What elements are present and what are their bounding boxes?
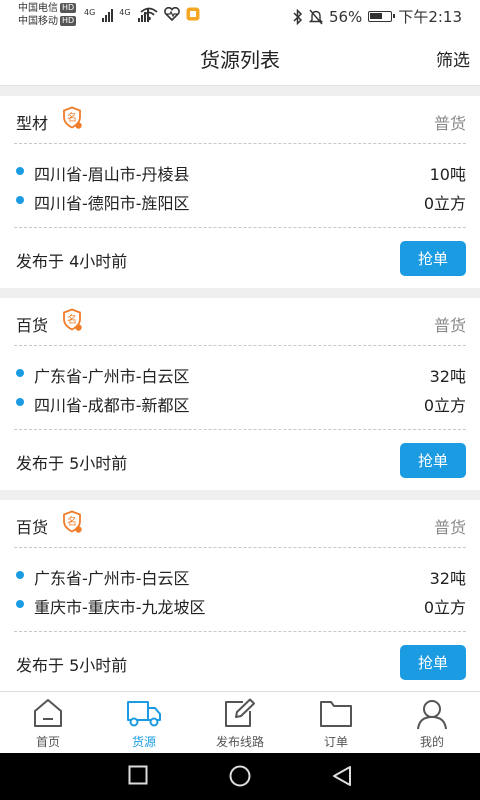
wifi-icon (140, 7, 158, 21)
signal-bars-icon-1 (102, 8, 114, 22)
battery-percent: 56% (328, 7, 363, 26)
grab-order-button[interactable]: 抢单 (400, 645, 466, 680)
badge-text: 名 (67, 313, 77, 326)
route-amount: 32吨 (429, 367, 466, 386)
certified-shield-icon: 名 (63, 106, 82, 129)
back-triangle-icon[interactable] (332, 765, 352, 787)
grab-order-button[interactable]: 抢单 (400, 443, 466, 478)
badge-text: 名 (67, 515, 77, 528)
route-place: 四川省-德阳市-旌阳区 (34, 194, 190, 213)
tab-publish-route[interactable]: 发布线路 (192, 692, 288, 753)
user-icon (417, 700, 447, 730)
route-list: 广东省-广州市-白云区 32吨 四川省-成都市-新都区 0立方 (14, 346, 466, 430)
filter-button[interactable]: 筛选 (436, 46, 470, 71)
bluetooth-icon (293, 8, 303, 25)
tab-home[interactable]: 首页 (0, 692, 96, 753)
tab-label: 订单 (323, 735, 348, 749)
cargo-name: 百货 (16, 316, 49, 335)
card-footer: 发布于 5小时前 抢单 (14, 430, 466, 490)
edit-icon (225, 698, 255, 727)
route-amount: 0立方 (423, 598, 466, 617)
tab-profile[interactable]: 我的 (384, 692, 480, 753)
route-place: 广东省-广州市-白云区 (34, 569, 190, 588)
cargo-card[interactable]: 百货 名 普货 广东省-广州市-白云区 32吨 四川省-成都市-新都区 0立方 发布… (0, 298, 480, 490)
route-dot (16, 571, 24, 579)
carrier-info: 中国电信 HD 中国移动 HD (18, 2, 77, 28)
hd-badge-2: HD (60, 16, 77, 26)
certified-shield-icon: 名 (63, 510, 82, 533)
card-header: 型材 名 普货 (14, 96, 466, 144)
cargo-type: 普货 (433, 518, 466, 537)
route-amount: 0立方 (423, 396, 466, 415)
route-place: 四川省-成都市-新都区 (34, 396, 190, 415)
publish-time: 发布于 5小时前 (16, 656, 128, 675)
tab-orders[interactable]: 订单 (288, 692, 384, 753)
page-title: 货源列表 (200, 48, 280, 72)
route-destination: 四川省-德阳市-旌阳区 0立方 (14, 186, 466, 215)
tab-cargo[interactable]: 货源 (96, 692, 192, 753)
card-footer: 发布于 5小时前 抢单 (14, 632, 466, 692)
status-bar: 中国电信 HD 中国移动 HD 4G 4G 56% 下午2:13 (0, 0, 480, 30)
clock: 下午2:13 (398, 8, 462, 26)
route-list: 四川省-眉山市-丹棱县 10吨 四川省-德阳市-旌阳区 0立方 (14, 144, 466, 228)
network-type-2: 4G (119, 8, 131, 17)
route-dot (16, 600, 24, 608)
battery-icon (368, 11, 396, 22)
network-type-1: 4G (84, 8, 96, 17)
cargo-name: 百货 (16, 518, 49, 537)
route-origin: 广东省-广州市-白云区 32吨 (14, 561, 466, 590)
heart-rate-icon (164, 7, 180, 21)
route-origin: 四川省-眉山市-丹棱县 10吨 (14, 157, 466, 186)
carrier-1: 中国电信 (18, 3, 58, 14)
route-destination: 重庆市-重庆市-九龙坡区 0立方 (14, 590, 466, 619)
mute-bell-icon (308, 9, 323, 24)
route-origin: 广东省-广州市-白云区 32吨 (14, 359, 466, 388)
route-destination: 四川省-成都市-新都区 0立方 (14, 388, 466, 417)
cargo-card[interactable]: 百货 名 普货 广东省-广州市-白云区 32吨 重庆市-重庆市-九龙坡区 0立方 发… (0, 500, 480, 692)
bottom-tab-bar: 首页 货源 发布线路 订单 我的 (0, 691, 480, 753)
cargo-name: 型材 (16, 114, 49, 133)
route-place: 广东省-广州市-白云区 (34, 367, 190, 386)
signal-indicators: 4G 4G (84, 8, 149, 22)
route-dot (16, 196, 24, 204)
route-dot (16, 398, 24, 406)
cargo-list: 型材 名 普货 四川省-眉山市-丹棱县 10吨 四川省-德阳市-旌阳区 0立方 发布… (0, 96, 480, 702)
route-place: 四川省-眉山市-丹棱县 (34, 165, 190, 184)
route-amount: 10吨 (429, 165, 466, 184)
tab-label: 我的 (419, 735, 444, 749)
cargo-card[interactable]: 型材 名 普货 四川省-眉山市-丹棱县 10吨 四川省-德阳市-旌阳区 0立方 发布… (0, 96, 480, 288)
system-nav-bar (0, 753, 480, 800)
route-place: 重庆市-重庆市-九龙坡区 (34, 598, 206, 617)
badge-text: 名 (67, 111, 77, 124)
truck-icon (127, 701, 161, 727)
page-header: 货源列表 筛选 (0, 30, 480, 86)
tab-label: 发布线路 (215, 735, 264, 749)
home-circle-icon[interactable] (229, 765, 251, 787)
tab-label: 首页 (35, 735, 60, 749)
recent-apps-icon[interactable] (128, 765, 148, 785)
certified-shield-icon: 名 (63, 308, 82, 331)
route-amount: 32吨 (429, 569, 466, 588)
cargo-type: 普货 (433, 316, 466, 335)
route-amount: 0立方 (423, 194, 466, 213)
card-header: 百货 名 普货 (14, 500, 466, 548)
hd-badge-1: HD (60, 3, 77, 13)
app-root: 中国电信HD 中国移动HD 4G 4G 56% 下午2:13 货源列表 筛选 (0, 0, 480, 800)
status-right: 56% 下午2:13 (293, 6, 462, 27)
app-notification-icon (186, 7, 200, 21)
card-header: 百货 名 普货 (14, 298, 466, 346)
route-dot (16, 369, 24, 377)
publish-time: 发布于 5小时前 (16, 454, 128, 473)
publish-time: 发布于 4小时前 (16, 252, 128, 271)
folder-icon (320, 701, 352, 727)
route-dot (16, 167, 24, 175)
home-icon (34, 699, 62, 727)
card-footer: 发布于 4小时前 抢单 (14, 228, 466, 288)
route-list: 广东省-广州市-白云区 32吨 重庆市-重庆市-九龙坡区 0立方 (14, 548, 466, 632)
tab-label: 货源 (131, 735, 156, 749)
cargo-type: 普货 (433, 114, 466, 133)
carrier-2: 中国移动 (18, 16, 58, 27)
grab-order-button[interactable]: 抢单 (400, 241, 466, 276)
status-icons (140, 7, 200, 21)
